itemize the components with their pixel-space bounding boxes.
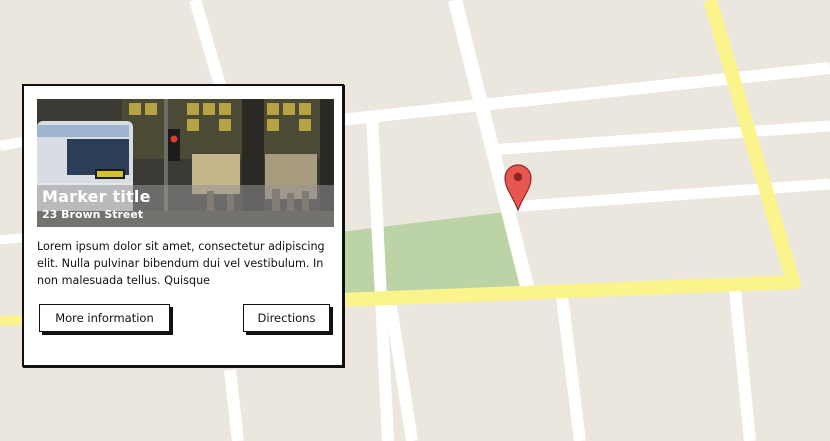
marker-address: 23 Brown Street: [42, 208, 144, 221]
marker-description: Lorem ipsum dolor sit amet, consectetur …: [37, 240, 325, 287]
marker-title: Marker title: [42, 187, 151, 206]
marker-info-window: Marker title 23 Brown Street Lorem ipsum…: [22, 84, 344, 367]
street-photo: Marker title 23 Brown Street: [37, 99, 334, 227]
photo-caption: Marker title 23 Brown Street: [37, 185, 334, 227]
directions-button[interactable]: Directions: [243, 304, 330, 332]
more-information-button[interactable]: More information: [39, 304, 170, 332]
